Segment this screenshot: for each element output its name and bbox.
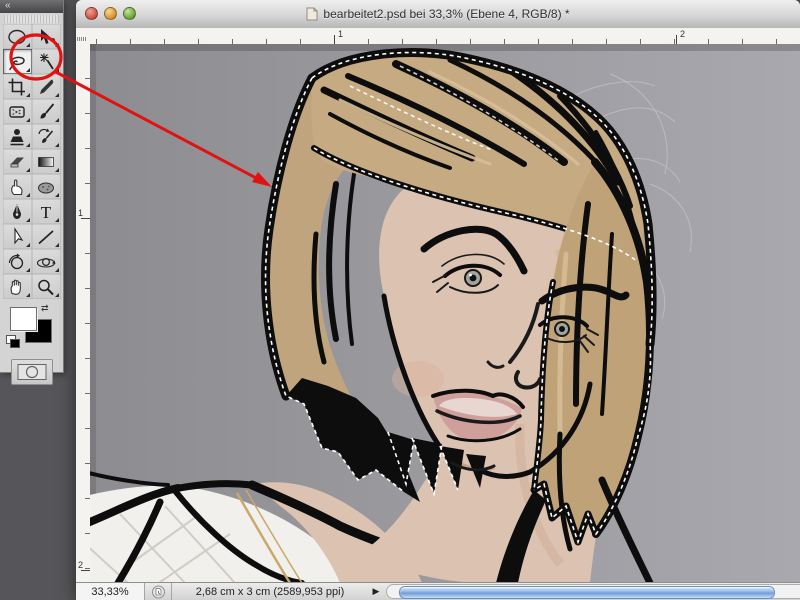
tool-magic-wand[interactable]: [31, 49, 61, 74]
document-proxy-icon: [306, 7, 318, 21]
horizontal-scrollbar[interactable]: [386, 584, 800, 599]
color-swatches: ⇄: [6, 303, 56, 351]
tool-crop[interactable]: [2, 74, 32, 99]
tool-eraser[interactable]: [2, 149, 32, 174]
tool-type[interactable]: T: [31, 199, 61, 224]
tool-lasso[interactable]: [2, 49, 32, 74]
zoom-level-field[interactable]: 33,33%: [76, 583, 145, 600]
tool-elliptical-marquee[interactable]: [2, 24, 32, 49]
ruler-label: 1: [78, 208, 84, 218]
status-bar: 33,33% 2,68 cm x 3 cm (2589,953 ppi) ▶: [76, 582, 800, 600]
tool-pen[interactable]: [2, 199, 32, 224]
document-window: bearbeitet2.psd bei 33,3% (Ebene 4, RGB/…: [76, 0, 800, 600]
window-controls: [85, 7, 136, 20]
tool-smudge[interactable]: [2, 174, 32, 199]
collapse-chevron-icon: «: [5, 0, 10, 11]
portrait-artwork: [90, 44, 800, 583]
tool-palette: « T ⇄: [0, 0, 64, 385]
tool-grid: T: [0, 24, 63, 299]
canvas-viewport[interactable]: [90, 44, 800, 583]
quick-mask-button[interactable]: [10, 359, 53, 385]
tool-zoom[interactable]: [31, 274, 61, 299]
palette-collapse-bar[interactable]: «: [0, 0, 63, 13]
window-title: bearbeitet2.psd bei 33,3% (Ebene 4, RGB/…: [306, 7, 570, 21]
tool-brush[interactable]: [31, 99, 61, 124]
document-info: 2,68 cm x 3 cm (2589,953 ppi): [195, 585, 345, 598]
tool-hand[interactable]: [2, 274, 32, 299]
ruler-corner: [76, 28, 91, 45]
scrollbar-thumb[interactable]: [399, 586, 775, 599]
svg-text:T: T: [41, 203, 52, 222]
tool-move[interactable]: [31, 24, 61, 49]
tool-gradient[interactable]: [31, 149, 61, 174]
default-colors-icon[interactable]: [6, 335, 20, 348]
zoom-window-button[interactable]: [123, 7, 136, 20]
tool-line[interactable]: [31, 224, 61, 249]
status-doc-icon: [145, 583, 172, 600]
tool-clone-stamp[interactable]: [2, 124, 32, 149]
horizontal-ruler[interactable]: 1 2: [90, 28, 800, 45]
tool-history-brush[interactable]: [31, 124, 61, 149]
tool-3d-orbit[interactable]: [31, 249, 61, 274]
titlebar[interactable]: bearbeitet2.psd bei 33,3% (Ebene 4, RGB/…: [76, 0, 800, 29]
ruler-label: 1: [338, 29, 344, 39]
palette-grip[interactable]: [4, 15, 59, 23]
minimize-button[interactable]: [104, 7, 117, 20]
foreground-color-swatch[interactable]: [10, 307, 37, 331]
ruler-label: 2: [680, 29, 686, 39]
flyout-triangle-icon: ▶: [372, 586, 380, 596]
tool-path-selection[interactable]: [2, 224, 32, 249]
swap-colors-icon[interactable]: ⇄: [41, 303, 49, 314]
tool-3d-rotate[interactable]: [2, 249, 32, 274]
tool-eyedropper[interactable]: [31, 74, 61, 99]
status-flyout-button[interactable]: ▶: [368, 583, 384, 600]
quick-mask-icon: [17, 364, 46, 380]
ruler-label: 2: [78, 560, 84, 570]
close-button[interactable]: [85, 7, 98, 20]
vertical-ruler[interactable]: 1 2: [76, 44, 91, 583]
tool-sponge[interactable]: [31, 174, 61, 199]
tool-patch[interactable]: [2, 99, 32, 124]
photoshop-workspace: « T ⇄ bearbeitet2.psd bei 33,3% (Ebene 4…: [0, 0, 800, 600]
